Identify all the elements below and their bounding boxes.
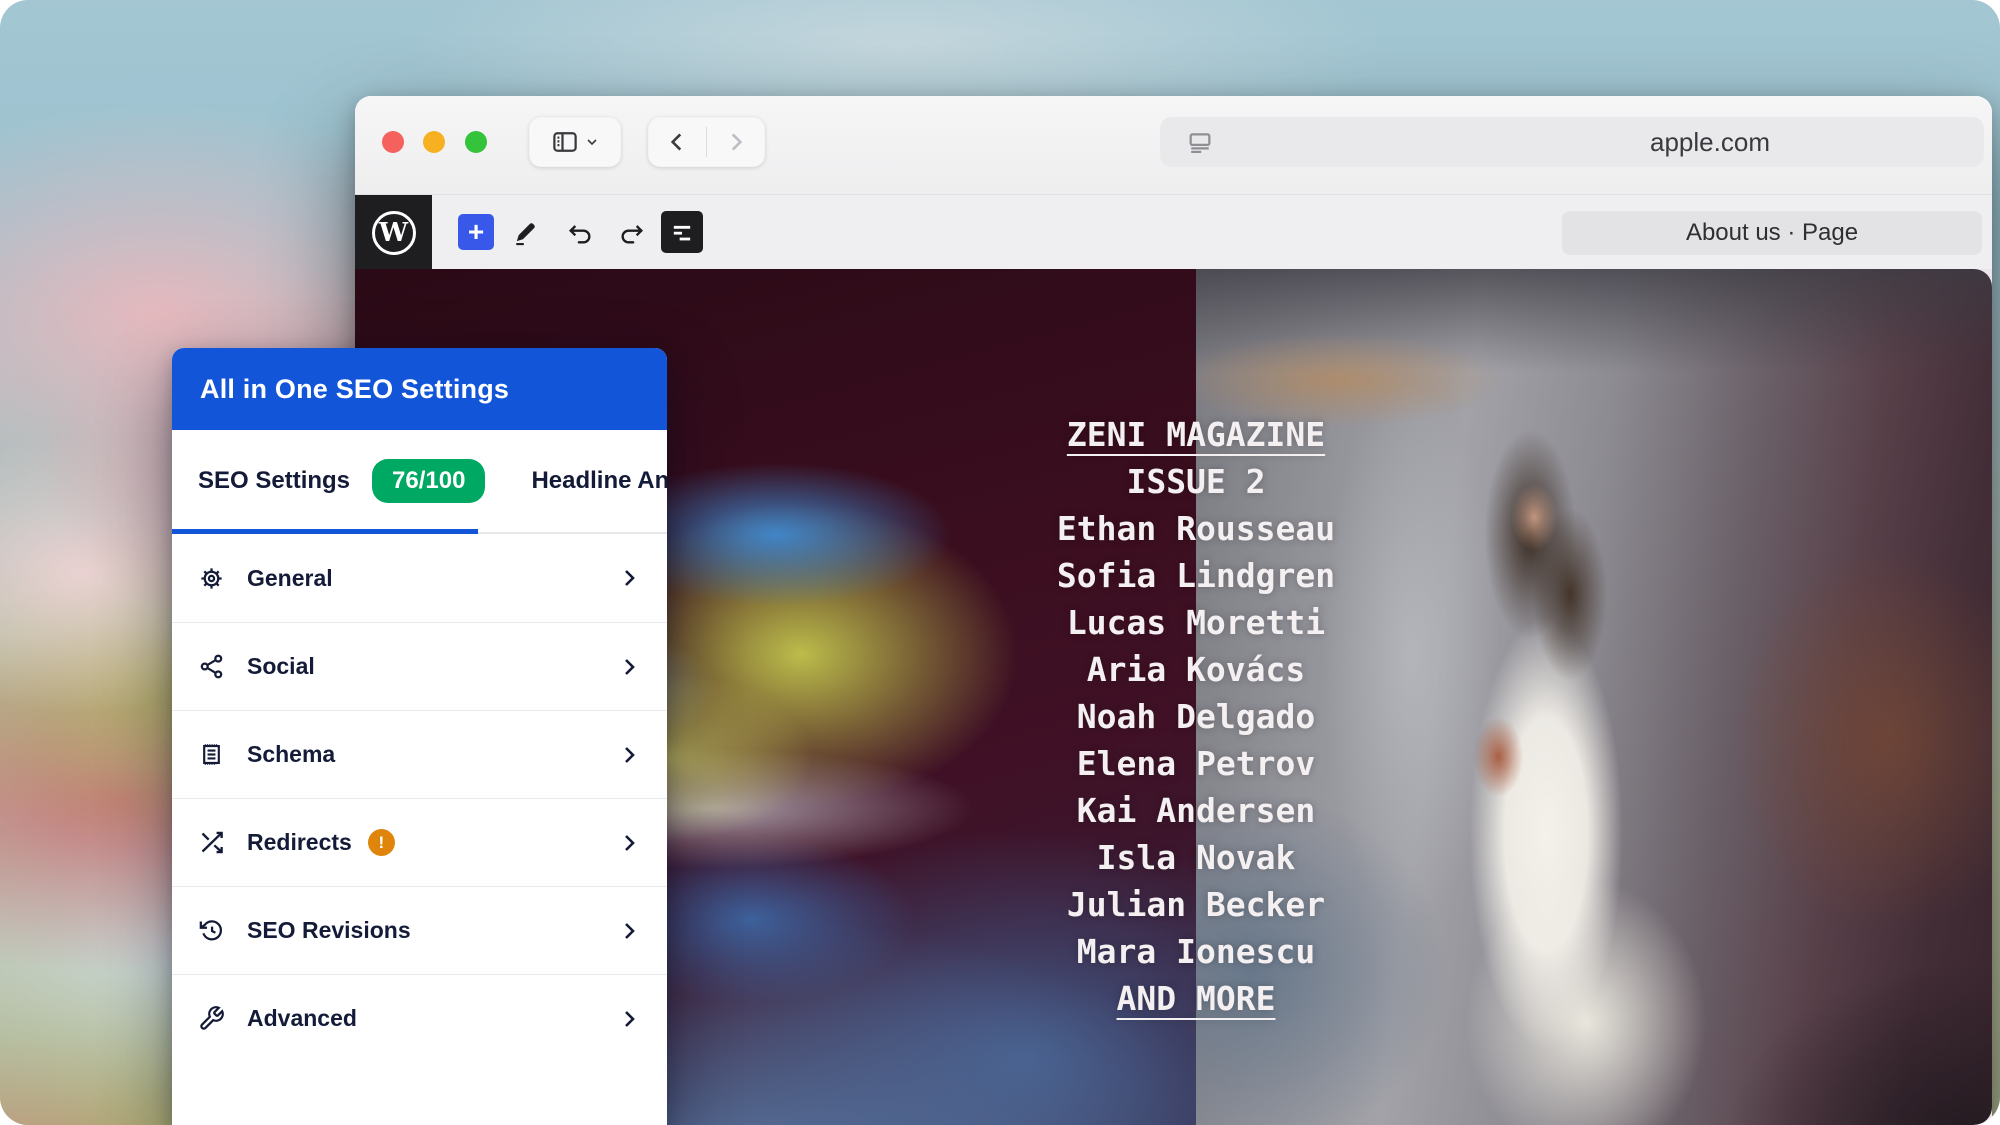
history-icon [198, 917, 225, 944]
redo-button[interactable] [617, 218, 647, 248]
magazine-line: Ethan Rousseau [916, 505, 1476, 552]
sidebar-icon [550, 127, 580, 157]
tab-headline-analyzer[interactable]: Headline Analyzer [531, 467, 667, 495]
chevron-right-icon [617, 919, 641, 943]
document-title: About us · Page [1686, 219, 1858, 247]
chevron-right-icon [617, 831, 641, 855]
undo-button[interactable] [565, 218, 595, 248]
menu-label: Schema [247, 741, 335, 768]
menu-label: Social [247, 653, 315, 680]
zoom-window-button[interactable] [465, 131, 487, 153]
menu-label: Advanced [247, 1005, 357, 1032]
pencil-icon [511, 219, 539, 247]
gear-icon [198, 565, 225, 592]
shuffle-icon [198, 829, 225, 856]
redo-icon [618, 219, 646, 247]
menu-row-schema[interactable]: Schema [172, 710, 667, 798]
magazine-line: ISSUE 2 [916, 458, 1476, 505]
chevron-right-icon [617, 566, 641, 590]
forward-icon [723, 129, 749, 155]
forward-button[interactable] [707, 129, 765, 155]
back-icon [664, 129, 690, 155]
magazine-line: Sofia Lindgren [916, 552, 1476, 599]
magazine-line: Aria Kovács [916, 646, 1476, 693]
aioseo-panel-header: All in One SEO Settings [172, 348, 667, 430]
menu-label: General [247, 565, 333, 592]
screenshot-frame: apple.com W + [0, 0, 2000, 1125]
menu-row-seo-revisions[interactable]: SEO Revisions [172, 886, 667, 974]
chevron-right-icon [617, 655, 641, 679]
minimize-window-button[interactable] [423, 131, 445, 153]
magazine-text-block: ZENI MAGAZINE ISSUE 2 Ethan Rousseau Sof… [916, 411, 1476, 1022]
undo-icon [566, 219, 594, 247]
menu-label: SEO Revisions [247, 917, 411, 944]
page-icon [1186, 128, 1214, 156]
aioseo-panel-title: All in One SEO Settings [200, 374, 509, 405]
share-icon [198, 653, 225, 680]
wordpress-logo-icon: W [372, 211, 416, 255]
active-tab-underline [172, 529, 478, 534]
magazine-line: Kai Andersen [916, 787, 1476, 834]
menu-row-social[interactable]: Social [172, 622, 667, 710]
aioseo-tabs: SEO Settings 76/100 Headline Analyzer [172, 430, 667, 534]
magazine-line: Isla Novak [916, 834, 1476, 881]
magazine-line: Elena Petrov [916, 740, 1476, 787]
address-bar[interactable]: apple.com [1160, 117, 1984, 167]
sidebar-toggle-button[interactable] [529, 117, 621, 167]
magazine-line: Noah Delgado [916, 693, 1476, 740]
menu-row-redirects[interactable]: Redirects ! [172, 798, 667, 886]
redirects-warning-badge: ! [368, 829, 395, 856]
aioseo-settings-panel: All in One SEO Settings SEO Settings 76/… [172, 348, 667, 1125]
magazine-footer-line: AND MORE [916, 975, 1476, 1022]
menu-row-general[interactable]: General [172, 534, 667, 622]
aioseo-menu: General Social [172, 534, 667, 1062]
edit-mode-button[interactable] [510, 218, 540, 248]
document-overview-button[interactable] [661, 211, 703, 253]
magazine-line: Lucas Moretti [916, 599, 1476, 646]
chevron-down-icon [584, 134, 600, 150]
magazine-line: Mara Ionescu [916, 928, 1476, 975]
schema-icon [198, 741, 225, 768]
magazine-line: Julian Becker [916, 881, 1476, 928]
wp-editor-toolbar: W + [355, 194, 1992, 269]
chevron-right-icon [617, 1007, 641, 1031]
tab-seo-settings[interactable]: SEO Settings [198, 467, 350, 495]
add-block-button[interactable]: + [458, 214, 494, 250]
magazine-title: ZENI MAGAZINE [916, 411, 1476, 458]
wp-site-menu-button[interactable]: W [355, 195, 432, 270]
document-title-chip[interactable]: About us · Page [1562, 211, 1982, 255]
browser-titlebar: apple.com [355, 96, 1992, 194]
back-button[interactable] [648, 129, 706, 155]
chevron-right-icon [617, 743, 641, 767]
seo-score-badge: 76/100 [372, 459, 485, 503]
close-window-button[interactable] [382, 131, 404, 153]
navigation-buttons [648, 117, 765, 167]
document-overview-icon [668, 218, 696, 246]
menu-label: Redirects [247, 829, 352, 856]
wrench-icon [198, 1005, 225, 1032]
menu-row-advanced[interactable]: Advanced [172, 974, 667, 1062]
url-text: apple.com [1460, 117, 1960, 167]
